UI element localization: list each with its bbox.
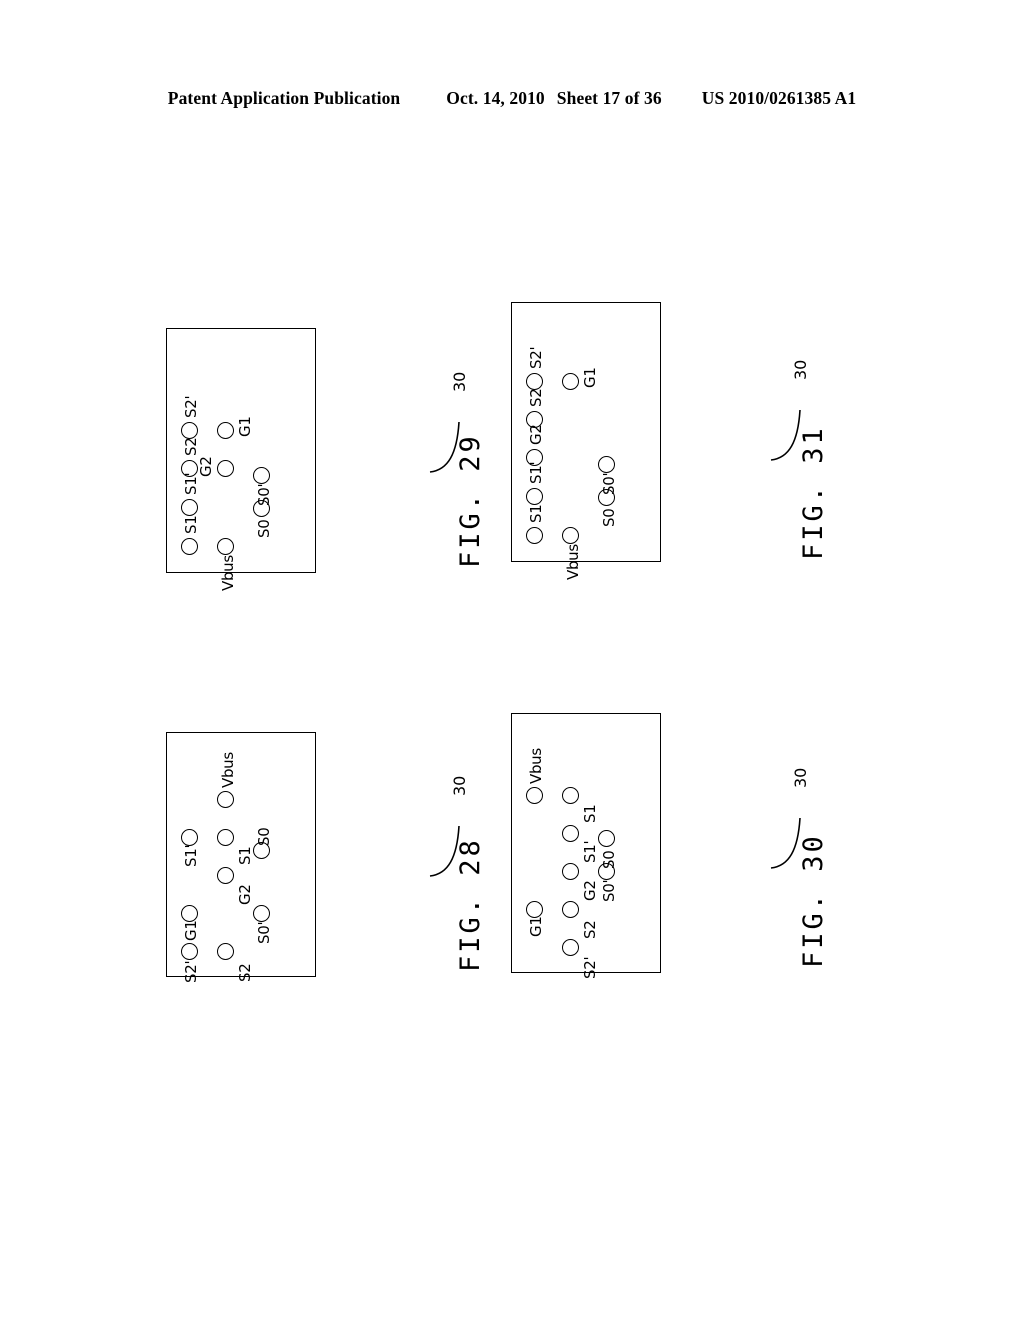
pad-vbus[interactable] bbox=[526, 787, 543, 804]
pad-label-s0: S0 bbox=[600, 850, 618, 869]
pad-s2p[interactable] bbox=[562, 939, 579, 956]
pad-s1p[interactable] bbox=[562, 825, 579, 842]
pad-s1[interactable] bbox=[562, 787, 579, 804]
pad-g2[interactable] bbox=[562, 863, 579, 880]
figure-caption-30: FIG. 30 bbox=[798, 833, 829, 968]
figure-30-package: S2' S2 G1 S0' S0 G2 S1' S1 Vbus bbox=[511, 713, 661, 979]
pad-label-s1: S1 bbox=[581, 804, 599, 823]
reference-numeral-30: 30 bbox=[791, 767, 810, 788]
pad-label-g1: G1 bbox=[527, 916, 545, 937]
pad-s2[interactable] bbox=[562, 901, 579, 918]
pad-label-s2p: S2' bbox=[581, 956, 599, 979]
figure-30-drawing: S2' S2 G1 S0' S0 G2 S1' S1 Vbus bbox=[511, 713, 661, 979]
pad-label-s1p: S1' bbox=[581, 840, 599, 863]
pad-label-vbus: Vbus bbox=[527, 748, 545, 784]
pad-label-g2: G2 bbox=[581, 880, 599, 901]
figure-30: S2' S2 G1 S0' S0 G2 S1' S1 Vbus 30 FIG. … bbox=[0, 0, 1024, 1320]
pad-s0[interactable] bbox=[598, 830, 615, 847]
pad-label-s2: S2 bbox=[581, 920, 599, 939]
pad-label-s0p: S0' bbox=[600, 879, 618, 902]
